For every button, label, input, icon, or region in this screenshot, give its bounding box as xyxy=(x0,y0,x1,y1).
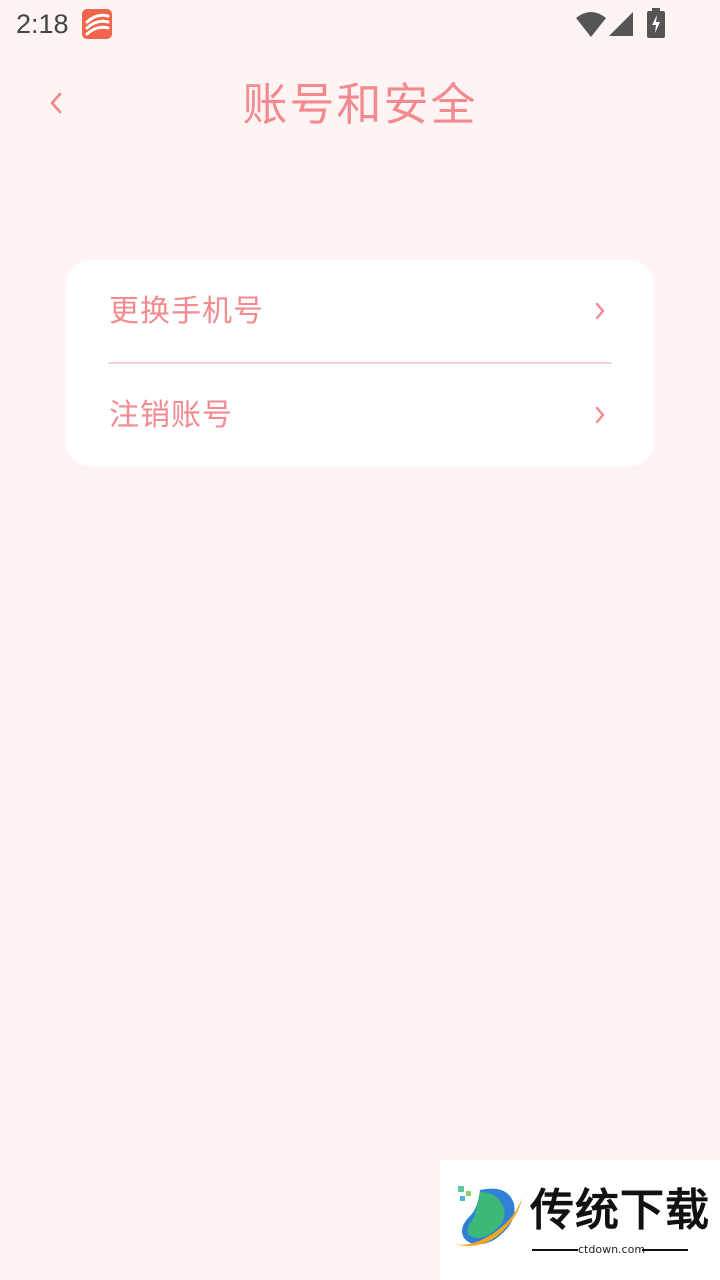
change-phone-number-item[interactable]: 更换手机号 xyxy=(66,260,654,362)
watermark-url: ctdown.com xyxy=(578,1243,646,1256)
cellular-signal-icon xyxy=(608,10,634,42)
battery-charging-icon xyxy=(647,8,665,42)
watermark: 传统下载 ctdown.com xyxy=(440,1160,720,1280)
chevron-right-icon xyxy=(594,300,606,326)
watermark-rule-right xyxy=(642,1249,688,1251)
settings-card: 更换手机号 注销账号 xyxy=(66,260,654,466)
delete-account-item[interactable]: 注销账号 xyxy=(66,364,654,466)
delete-account-label: 注销账号 xyxy=(109,398,233,433)
status-bar: 2:18 xyxy=(0,0,720,48)
wifi-icon xyxy=(575,10,607,42)
watermark-rule-left xyxy=(532,1249,578,1251)
chevron-right-icon xyxy=(594,404,606,430)
ctdown-logo-icon xyxy=(450,1182,526,1258)
app-notification-icon xyxy=(82,9,112,39)
page-title: 账号和安全 xyxy=(242,78,478,131)
status-time: 2:18 xyxy=(16,9,69,39)
change-phone-number-label: 更换手机号 xyxy=(109,294,264,329)
watermark-title: 传统下载 xyxy=(530,1185,710,1236)
